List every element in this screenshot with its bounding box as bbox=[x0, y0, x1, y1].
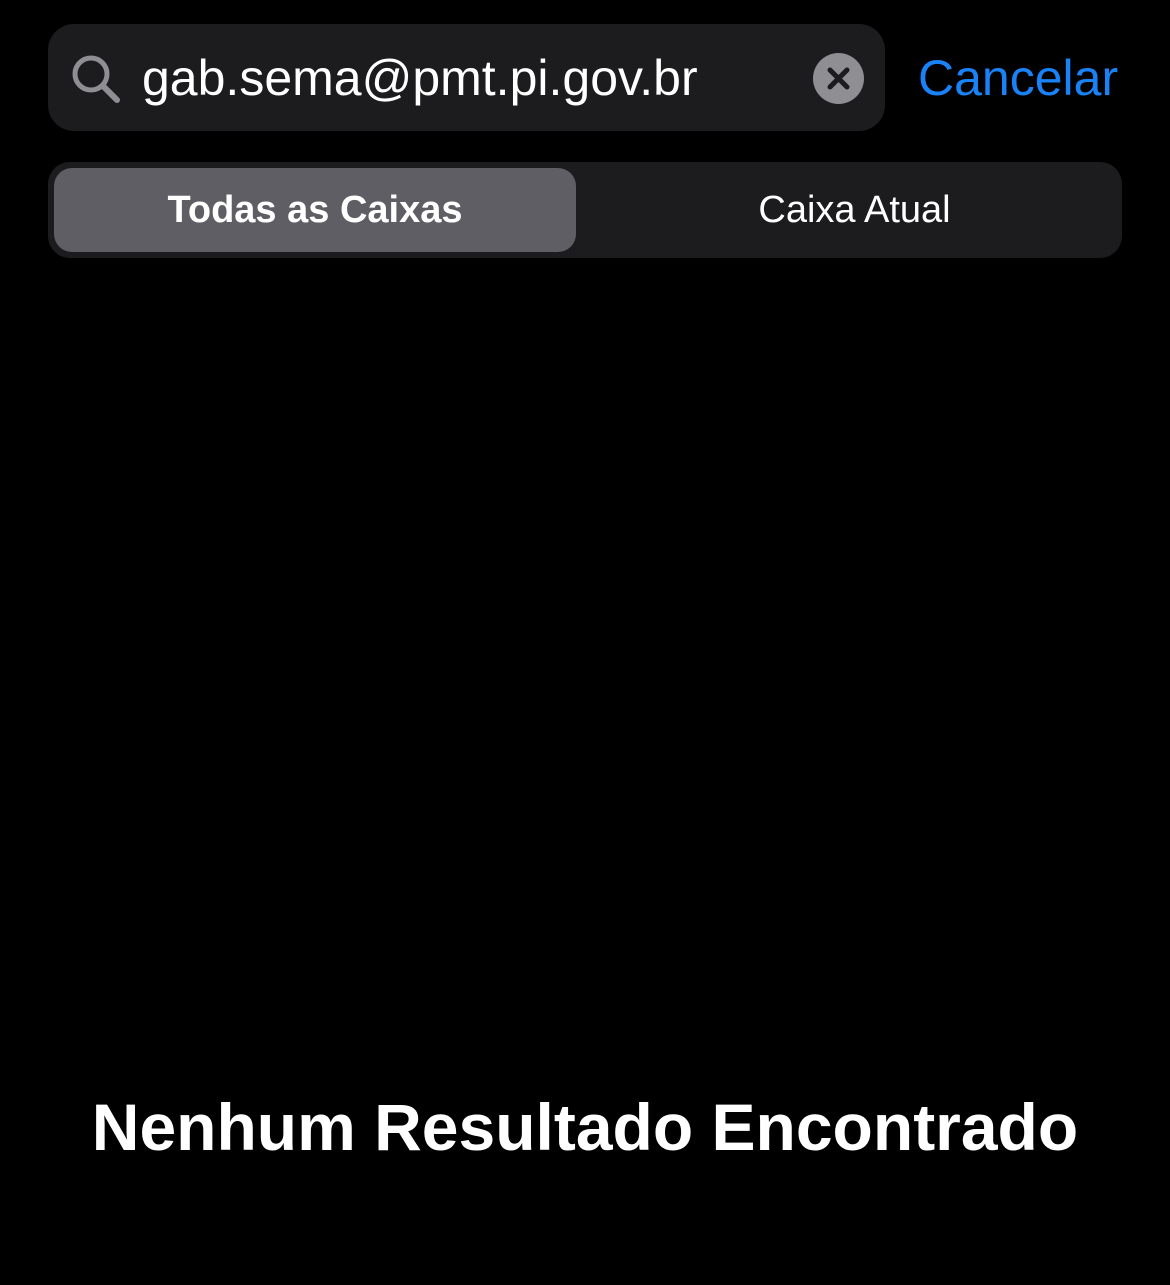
close-icon bbox=[827, 67, 850, 90]
clear-text-button[interactable] bbox=[813, 53, 864, 104]
segment-all-mailboxes[interactable]: Todas as Caixas bbox=[54, 168, 576, 252]
segment-current-mailbox[interactable]: Caixa Atual bbox=[593, 168, 1116, 252]
search-input[interactable] bbox=[142, 38, 792, 118]
search-scope-control: Todas as Caixas Caixa Atual bbox=[48, 162, 1122, 258]
no-results-message: Nenhum Resultado Encontrado bbox=[91, 1090, 1079, 1164]
search-icon bbox=[70, 53, 122, 105]
cancel-button[interactable]: Cancelar bbox=[918, 46, 1128, 110]
